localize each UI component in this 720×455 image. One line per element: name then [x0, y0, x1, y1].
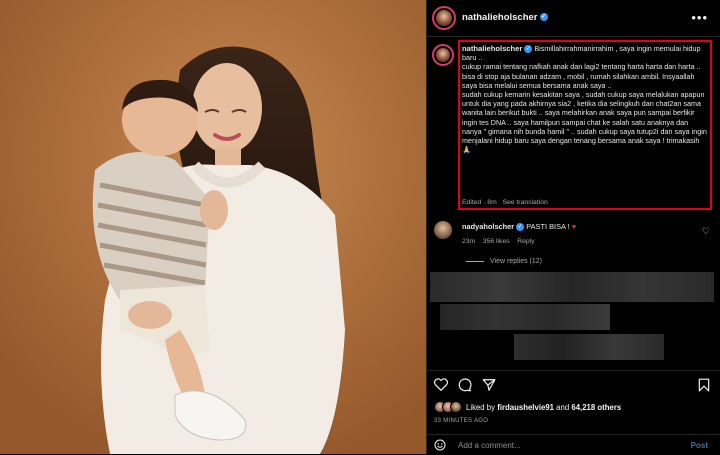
- comment-meta: 23m 356 likes Reply: [462, 238, 535, 245]
- caption-meta: Edited · 8m See translation: [462, 199, 548, 206]
- view-replies-toggle[interactable]: View replies (12): [466, 258, 542, 265]
- view-replies-label: View replies (12): [490, 258, 543, 265]
- post-comment-button[interactable]: Post: [691, 441, 708, 450]
- caption-avatar[interactable]: [432, 44, 454, 66]
- blurred-comments-region: [430, 272, 714, 302]
- caption-username[interactable]: nathalieholscher: [462, 44, 522, 53]
- like-heart-icon[interactable]: [434, 378, 448, 391]
- liked-by-user[interactable]: firdaushelvie91: [497, 403, 554, 412]
- commenter-avatar[interactable]: [434, 221, 452, 239]
- post-photo-illustration: [0, 0, 426, 454]
- share-send-icon[interactable]: [482, 378, 496, 392]
- blurred-comments-region: [514, 334, 664, 360]
- more-options-icon[interactable]: •••: [691, 10, 708, 25]
- post-actions-bar: [426, 370, 720, 399]
- verified-icon: ✓: [524, 45, 533, 54]
- save-bookmark-icon[interactable]: [698, 378, 710, 392]
- add-comment-input[interactable]: Add a comment...: [458, 441, 521, 450]
- post-caption: nathalieholscher ✓ Bismillahirrahmanirrah…: [462, 44, 708, 154]
- likes-summary: Liked by firdaushelvie91 and 64,218 othe…: [466, 403, 621, 412]
- replies-divider-line: [466, 260, 484, 262]
- edited-label: Edited · 8m: [462, 199, 497, 206]
- blurred-comments-region: [440, 304, 610, 330]
- comment-like-heart-icon[interactable]: ♡: [702, 226, 710, 237]
- author-avatar[interactable]: [432, 6, 456, 30]
- reply-button[interactable]: Reply: [517, 238, 534, 245]
- liked-by-and: and: [556, 403, 570, 412]
- liked-by-others-count[interactable]: 64,218 others: [571, 403, 621, 412]
- emoji-smiley-icon[interactable]: [434, 439, 446, 451]
- post-header: nathalieholscher ✓ •••: [426, 0, 720, 37]
- post-timestamp[interactable]: 33 MINUTES AGO: [434, 418, 488, 424]
- author-username[interactable]: nathalieholscher: [462, 12, 538, 23]
- comment-likes-count[interactable]: 356 likes: [483, 238, 510, 245]
- verified-icon: ✓: [516, 223, 525, 232]
- see-translation-link[interactable]: See translation: [502, 199, 547, 206]
- comment-bubble-icon[interactable]: [458, 378, 472, 392]
- red-heart-emoji-icon: ♥: [571, 222, 577, 231]
- post-image[interactable]: [0, 0, 426, 454]
- avatar-image: [436, 48, 450, 62]
- liker-avatar: [450, 401, 462, 413]
- commenter-username[interactable]: nadyaholscher: [462, 222, 514, 231]
- caption-body: Bismillahirrahmanirrahim , saya ingin me…: [462, 44, 707, 155]
- author-username-row[interactable]: nathalieholscher ✓: [462, 12, 548, 23]
- comment-text: PASTI BISA !: [526, 222, 570, 231]
- liked-by-prefix: Liked by: [466, 403, 496, 412]
- verified-icon: ✓: [539, 13, 548, 22]
- comment-line: nadyaholscher ✓ PASTI BISA ! ♥: [462, 222, 577, 232]
- comment-time: 23m: [462, 238, 476, 245]
- avatar-image: [436, 10, 452, 26]
